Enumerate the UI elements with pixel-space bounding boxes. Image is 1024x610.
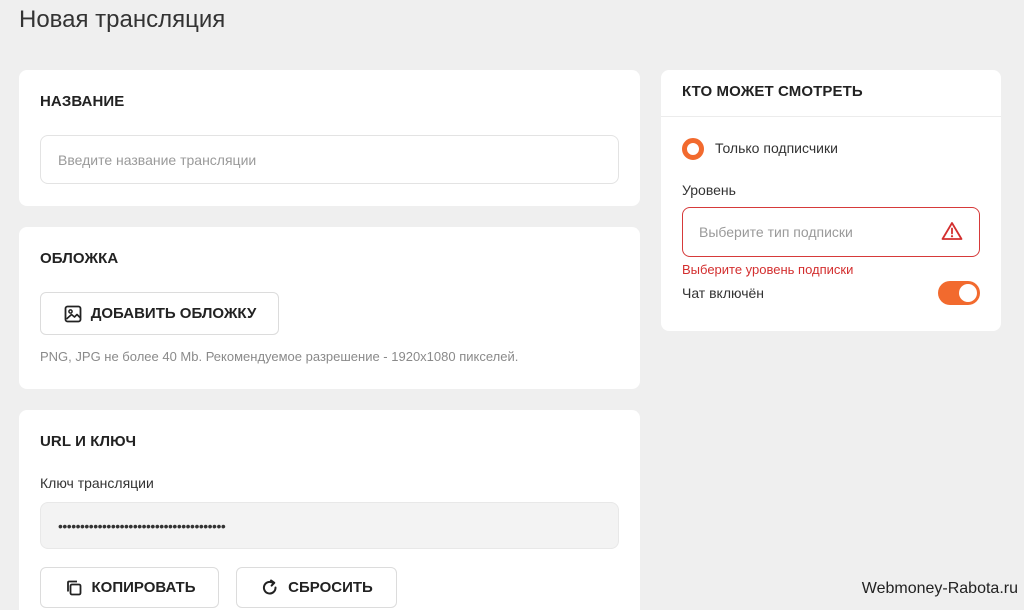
stream-key-field[interactable]: •••••••••••••••••••••••••••••••••••••• [40, 502, 619, 549]
cover-heading: ОБЛОЖКА [40, 250, 119, 267]
chat-enabled-label: Чат включён [682, 285, 765, 301]
add-cover-button[interactable]: ДОБАВИТЬ ОБЛОЖКУ [40, 292, 279, 335]
refresh-icon [260, 578, 280, 598]
page-title: Новая трансляция [19, 6, 226, 33]
name-heading: НАЗВАНИЕ [40, 93, 125, 110]
stream-name-input[interactable] [40, 135, 619, 184]
image-icon [63, 304, 83, 324]
level-error-message: Выберите уровень подписки [682, 262, 854, 277]
copy-label: КОПИРОВАТЬ [91, 579, 196, 596]
cover-hint: PNG, JPG не более 40 Mb. Рекомендуемое р… [40, 349, 519, 364]
url-key-heading: URL И КЛЮЧ [40, 433, 137, 450]
chat-toggle[interactable] [938, 281, 980, 305]
subscription-level-placeholder: Выберите тип подписки [699, 224, 853, 240]
warning-icon [941, 221, 963, 244]
subscription-level-select[interactable]: Выберите тип подписки [682, 207, 980, 257]
audience-card: КТО МОЖЕТ СМОТРЕТЬ Только подписчики Уро… [661, 70, 1001, 331]
copy-icon [64, 578, 84, 598]
audience-divider [661, 116, 1001, 117]
level-label: Уровень [682, 182, 736, 198]
name-card: НАЗВАНИЕ [19, 70, 640, 206]
subscribers-only-label[interactable]: Только подписчики [715, 140, 838, 156]
stream-key-label: Ключ трансляции [40, 475, 154, 491]
url-key-card: URL И КЛЮЧ Ключ трансляции •••••••••••••… [19, 410, 640, 610]
reset-button[interactable]: СБРОСИТЬ [236, 567, 397, 608]
chat-toggle-knob [959, 284, 977, 302]
reset-label: СБРОСИТЬ [288, 579, 373, 596]
add-cover-label: ДОБАВИТЬ ОБЛОЖКУ [90, 305, 257, 322]
subscribers-only-radio[interactable] [682, 138, 704, 160]
copy-button[interactable]: КОПИРОВАТЬ [40, 567, 219, 608]
cover-card: ОБЛОЖКА ДОБАВИТЬ ОБЛОЖКУ PNG, JPG не бол… [19, 227, 640, 389]
watermark: Webmoney-Rabota.ru [861, 580, 1018, 597]
audience-heading: КТО МОЖЕТ СМОТРЕТЬ [682, 83, 863, 100]
